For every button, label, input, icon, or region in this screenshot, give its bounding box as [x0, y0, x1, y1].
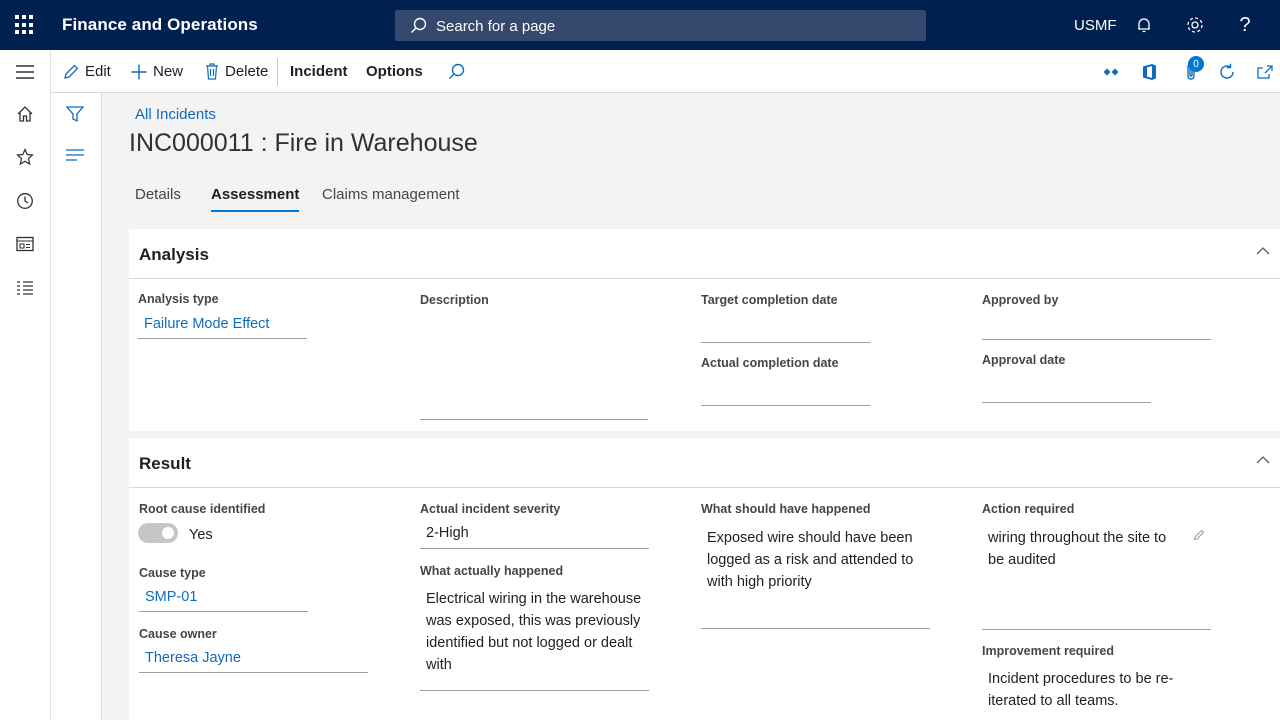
analysis-type-field[interactable]: Failure Mode Effect [138, 316, 307, 339]
root-cause-toggle[interactable] [138, 523, 178, 543]
analysis-section: Analysis Analysis type Failure Mode Effe… [129, 229, 1280, 431]
toolbar-divider [277, 58, 278, 86]
modules-list-icon[interactable] [13, 276, 37, 300]
app-title[interactable]: Finance and Operations [62, 15, 258, 35]
cause-type-field[interactable]: SMP-01 [139, 589, 308, 612]
actual-incident-severity-label: Actual incident severity [420, 502, 561, 516]
what-actually-happened-label: What actually happened [420, 564, 564, 578]
hamburger-menu-icon[interactable] [13, 60, 37, 84]
result-section: Result Root cause identified Yes Cause t… [129, 438, 1280, 720]
edit-label: Edit [85, 63, 111, 80]
delete-label: Delete [225, 63, 269, 80]
what-actually-happened-field[interactable]: Electrical wiring in the warehouse was e… [420, 588, 649, 691]
chevron-up-icon[interactable] [1256, 246, 1270, 255]
tab-details[interactable]: Details [135, 186, 181, 203]
navigation-rail [0, 50, 51, 720]
edit-pencil-icon[interactable] [1193, 529, 1205, 541]
cause-owner-field[interactable]: Theresa Jayne [139, 650, 368, 673]
description-label: Description [420, 293, 489, 307]
filter-funnel-icon[interactable] [65, 105, 85, 126]
breadcrumb-all-incidents[interactable]: All Incidents [135, 106, 216, 123]
search-input[interactable]: Search for a page [395, 10, 926, 41]
root-cause-identified-label: Root cause identified [139, 502, 266, 516]
improvement-required-field[interactable]: Incident procedures to be re-iterated to… [982, 668, 1211, 720]
office-icon[interactable] [1142, 50, 1157, 93]
trash-icon [206, 63, 218, 80]
plus-icon [131, 64, 147, 79]
options-menu-button[interactable]: Options [366, 50, 423, 93]
new-button[interactable]: New [131, 50, 183, 93]
tab-claims-management[interactable]: Claims management [322, 186, 460, 203]
power-apps-icon[interactable] [1103, 50, 1119, 93]
new-label: New [153, 63, 184, 80]
recent-clock-icon[interactable] [13, 189, 37, 213]
company-selector[interactable]: USMF [1074, 17, 1117, 34]
list-view-icon[interactable] [66, 148, 84, 164]
root-cause-toggle-text: Yes [189, 527, 213, 543]
gear-icon[interactable] [1183, 13, 1207, 37]
workspaces-icon[interactable] [13, 232, 37, 256]
search-placeholder: Search for a page [436, 18, 556, 35]
delete-button[interactable]: Delete [205, 50, 268, 93]
attachments-count-badge: 0 [1188, 56, 1204, 72]
what-should-have-happened-label: What should have happened [701, 502, 871, 516]
chevron-up-icon[interactable] [1256, 455, 1270, 464]
top-nav-bar: Finance and Operations Search for a page… [0, 0, 1280, 50]
app-launcher-icon[interactable] [15, 15, 35, 35]
target-completion-date-label: Target completion date [701, 293, 838, 307]
action-required-label: Action required [982, 502, 1075, 516]
cause-type-label: Cause type [139, 566, 206, 580]
incident-menu-button[interactable]: Incident [290, 50, 348, 93]
home-icon[interactable] [13, 102, 37, 126]
actual-completion-date-field[interactable] [701, 379, 870, 406]
analysis-section-title: Analysis [139, 245, 209, 264]
action-search-icon[interactable] [448, 50, 465, 93]
what-should-have-happened-field[interactable]: Exposed wire should have been logged as … [701, 527, 930, 629]
approved-by-field[interactable] [982, 315, 1211, 340]
description-field[interactable] [420, 315, 648, 420]
approval-date-field[interactable] [982, 377, 1151, 403]
approval-date-label: Approval date [982, 353, 1066, 367]
improvement-required-label: Improvement required [982, 644, 1114, 658]
action-pane: Edit New Delete Incident Options [51, 50, 1280, 93]
search-icon [411, 17, 427, 33]
filter-column [51, 93, 102, 720]
approved-by-label: Approved by [982, 293, 1059, 307]
help-icon[interactable]: ? [1233, 13, 1257, 37]
target-completion-date-field[interactable] [701, 317, 870, 343]
analysis-type-label: Analysis type [138, 292, 219, 306]
analysis-section-header[interactable]: Analysis [129, 229, 1280, 279]
actual-completion-date-label: Actual completion date [701, 356, 839, 370]
refresh-icon[interactable] [1218, 50, 1236, 93]
result-section-title: Result [139, 454, 191, 473]
cause-owner-label: Cause owner [139, 627, 217, 641]
actual-incident-severity-field[interactable]: 2-High [420, 525, 649, 549]
result-section-header[interactable]: Result [129, 438, 1280, 488]
open-new-window-icon[interactable] [1257, 50, 1273, 93]
edit-button[interactable]: Edit [63, 50, 111, 93]
favorites-star-icon[interactable] [13, 145, 37, 169]
page-title: INC000011 : Fire in Warehouse [129, 129, 478, 157]
action-required-field[interactable]: wiring throughout the site to be audited [982, 527, 1211, 630]
bell-icon[interactable] [1132, 13, 1156, 37]
tab-assessment[interactable]: Assessment [211, 186, 300, 212]
pencil-icon [64, 64, 79, 79]
